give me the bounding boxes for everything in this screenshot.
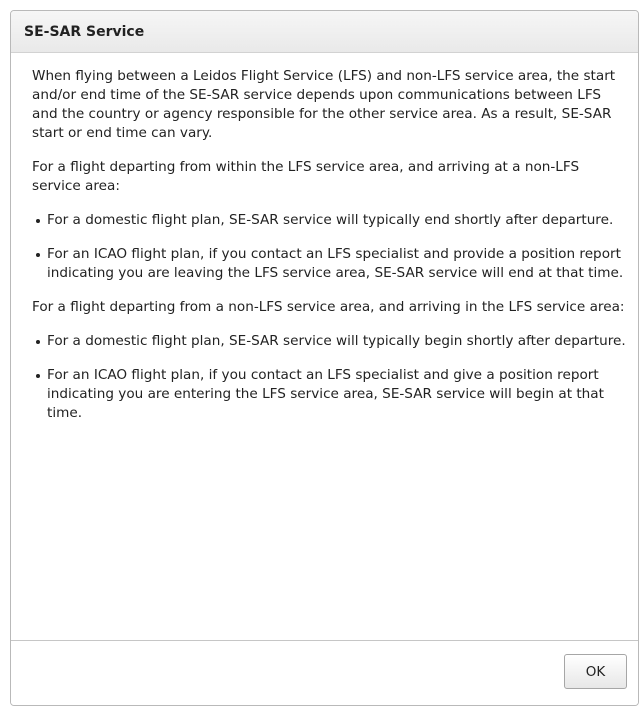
departing-lfs-list: For a domestic flight plan, SE-SAR servi… xyxy=(32,211,628,283)
dialog-footer: OK xyxy=(11,640,638,705)
dialog-title: SE-SAR Service xyxy=(24,23,145,40)
intro-paragraph: When flying between a Leidos Flight Serv… xyxy=(32,68,616,141)
arriving-lfs-list: For a domestic flight plan, SE-SAR servi… xyxy=(32,332,628,423)
arriving-lfs-heading: For a flight departing from a non-LFS se… xyxy=(32,299,625,315)
list-item: For an ICAO flight plan, if you contact … xyxy=(32,366,628,423)
list-item: For an ICAO flight plan, if you contact … xyxy=(32,245,628,283)
list-item: For a domestic flight plan, SE-SAR servi… xyxy=(32,332,628,351)
dialog-content: When flying between a Leidos Flight Serv… xyxy=(11,53,638,643)
list-item: For a domestic flight plan, SE-SAR servi… xyxy=(32,211,628,230)
departing-lfs-heading: For a flight departing from within the L… xyxy=(32,159,580,194)
se-sar-service-dialog: SE-SAR Service When flying between a Lei… xyxy=(10,10,639,706)
ok-button[interactable]: OK xyxy=(564,654,627,689)
dialog-titlebar[interactable]: SE-SAR Service xyxy=(11,11,638,53)
